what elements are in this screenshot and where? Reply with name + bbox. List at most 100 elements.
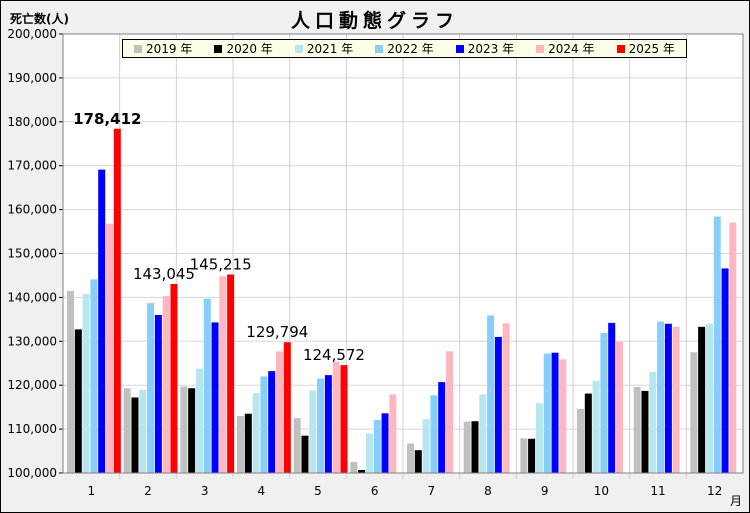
legend-swatch [616, 44, 625, 53]
bar [520, 438, 528, 473]
legend-label: 2023 年 [467, 42, 515, 56]
y-tick-label: 180,000 [7, 115, 57, 129]
legend-item: 2021 年 [294, 40, 354, 57]
bar [203, 298, 211, 473]
legend-label: 2019 年 [146, 42, 193, 56]
bar [283, 342, 291, 473]
bar [584, 393, 592, 473]
y-tick-label: 160,000 [7, 203, 57, 217]
bar [324, 375, 332, 473]
legend-swatch [455, 44, 464, 53]
bar [422, 419, 430, 473]
y-tick-label: 200,000 [7, 27, 57, 41]
bar [147, 303, 155, 473]
bar [616, 341, 623, 473]
bar [350, 462, 358, 473]
bar [219, 276, 227, 473]
bar [608, 322, 616, 473]
bar [641, 390, 649, 473]
x-tick-label: 9 [541, 484, 549, 498]
data-label: 178,412 [73, 110, 141, 128]
legend-label: 2021 年 [306, 42, 354, 56]
bar [244, 413, 252, 473]
bar [494, 336, 502, 473]
x-tick-label: 3 [201, 484, 209, 498]
bar [188, 388, 196, 473]
bar [162, 296, 170, 473]
bar [309, 390, 317, 473]
bar [528, 438, 536, 473]
bar [90, 279, 98, 473]
x-tick-label: 7 [428, 484, 436, 498]
x-tick-label: 10 [594, 484, 609, 498]
legend-item: 2019 年 [134, 40, 192, 57]
bar [67, 290, 74, 473]
bar [664, 323, 672, 473]
bar [592, 380, 600, 473]
bar [373, 419, 381, 473]
bar [139, 389, 147, 473]
bar [463, 421, 471, 473]
bar [170, 284, 178, 473]
bar [82, 293, 90, 473]
bar [180, 386, 188, 473]
y-tick-label: 150,000 [7, 247, 57, 261]
legend-label: 2024 年 [548, 42, 595, 56]
bar [260, 376, 268, 473]
bar [713, 216, 721, 473]
bar [649, 372, 657, 473]
x-tick-label: 11 [650, 484, 665, 498]
legend-label: 2025 年 [628, 42, 675, 56]
bar [471, 421, 479, 473]
bar [414, 450, 422, 473]
bar [252, 393, 260, 473]
bar [365, 433, 373, 473]
bar [487, 315, 495, 473]
legend-item: 2020 年 [214, 40, 273, 57]
legend-item: 2022 年 [375, 40, 434, 57]
x-tick-label: 5 [314, 484, 322, 498]
bar [721, 268, 729, 473]
legend-swatch [214, 44, 223, 53]
legend-label: 2020 年 [226, 42, 273, 56]
x-tick-label: 4 [258, 484, 266, 498]
bar [698, 326, 706, 473]
legend-swatch [134, 44, 143, 53]
legend-item: 2023 年 [455, 40, 515, 57]
chart-plot: 100,000 110,000 120,000 130,000 140,000 150,0… [7, 27, 744, 498]
bar [113, 128, 121, 474]
legend-item: 2024 年 [536, 40, 595, 57]
bar [577, 408, 584, 473]
bar [276, 351, 283, 473]
x-tick-label: 12 [707, 484, 722, 498]
bar [98, 169, 106, 473]
bar [227, 274, 235, 473]
x-tick-label: 8 [484, 484, 492, 498]
bar [381, 413, 389, 473]
bar [705, 323, 713, 473]
x-tick-label: 6 [371, 484, 379, 498]
data-label: 145,215 [190, 256, 252, 274]
bar [268, 371, 276, 473]
bar [657, 321, 665, 473]
chart-legend: 2019 年 2020 年 2021 年 2022 年 2023 年 2024 年 2025… [122, 39, 687, 58]
y-tick-label: 110,000 [7, 422, 57, 436]
bar [600, 332, 608, 473]
y-tick-label: 100,000 [7, 466, 57, 480]
x-tick-label: 2 [144, 484, 152, 498]
bar [407, 443, 414, 473]
bar [123, 388, 131, 473]
legend-swatch [375, 44, 384, 53]
bar [74, 329, 82, 473]
legend-swatch [294, 44, 303, 53]
bar [633, 386, 641, 473]
bar [672, 326, 680, 473]
bar [154, 314, 162, 473]
bar [195, 368, 203, 473]
bar [690, 352, 698, 473]
bar [293, 418, 301, 473]
data-label: 143,045 [133, 265, 195, 283]
bar [106, 223, 113, 473]
legend-label: 2022 年 [387, 42, 434, 56]
y-tick-label: 140,000 [7, 290, 57, 304]
